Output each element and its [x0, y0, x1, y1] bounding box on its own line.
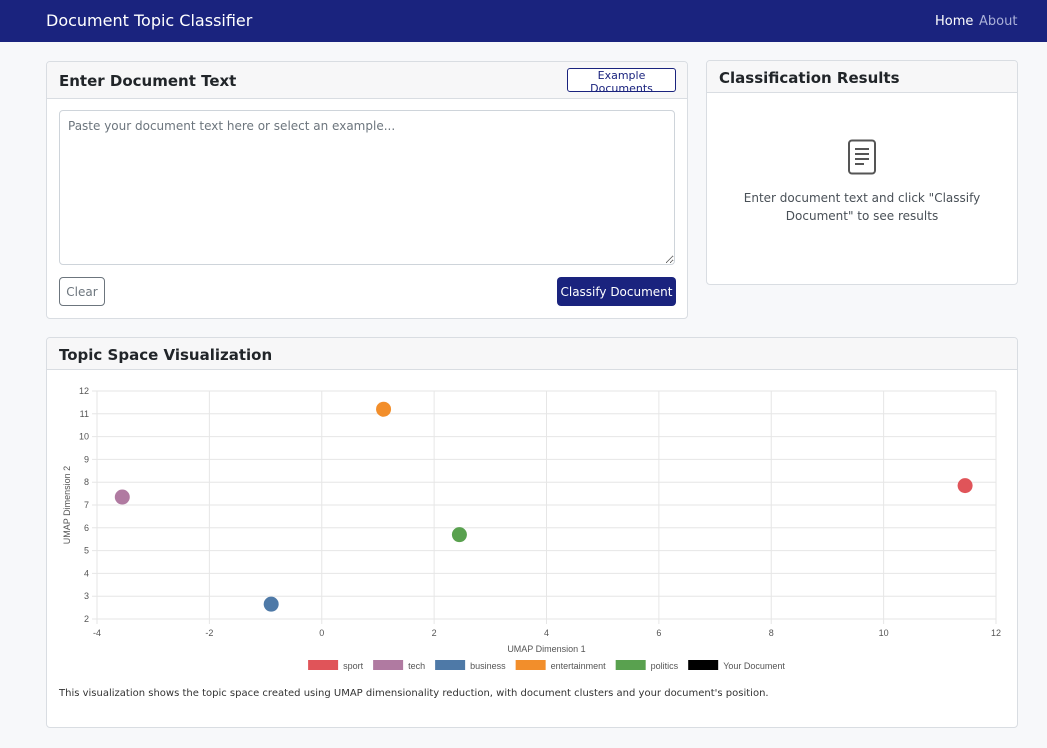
nav-about-link[interactable]: About — [979, 14, 1017, 29]
legend-label-entertainment: entertainment — [551, 661, 607, 671]
visualization-caption: This visualization shows the topic space… — [59, 688, 769, 699]
y-tick-label: 10 — [79, 432, 89, 442]
results-title: Classification Results — [719, 69, 900, 87]
topic-scatter-chart: -4 -2 0 2 4 6 8 10 12 2 3 4 5 6 7 8 9 10 11 12 UMAP Dimensio… — [62, 386, 1001, 671]
y-tick-label: 9 — [84, 454, 89, 464]
x-tick-label: -2 — [205, 628, 213, 638]
results-header: Classification Results — [707, 61, 1017, 93]
document-input-header: Enter Document Text Example Documents — [47, 62, 687, 99]
x-tick-label: 10 — [879, 628, 889, 638]
document-text-input[interactable] — [59, 110, 675, 265]
visualization-header: Topic Space Visualization — [47, 338, 1017, 370]
navbar: Document Topic Classifier Home About — [0, 0, 1047, 42]
brand-title[interactable]: Document Topic Classifier — [46, 11, 252, 30]
classification-results-card: Classification Results Enter document te… — [706, 60, 1018, 285]
y-tick-label: 11 — [80, 409, 89, 419]
document-input-card: Enter Document Text Example Documents Cl… — [46, 61, 688, 319]
legend-swatch-business — [435, 660, 466, 670]
legend-swatch-your-document — [688, 660, 719, 670]
classify-document-button[interactable]: Classify Document — [557, 277, 676, 306]
legend-label-your-document: Your Document — [723, 661, 785, 671]
x-tick-label: 4 — [544, 628, 549, 638]
nav-home-link[interactable]: Home — [935, 14, 973, 29]
y-tick-label: 3 — [84, 591, 89, 601]
legend-swatch-entertainment — [515, 660, 546, 670]
data-point-business — [263, 596, 279, 612]
legend-label-business: business — [470, 661, 506, 671]
x-tick-label: 0 — [319, 628, 324, 638]
x-axis-label: UMAP Dimension 1 — [507, 644, 585, 654]
legend-swatch-sport — [308, 660, 339, 670]
clear-button[interactable]: Clear — [59, 277, 105, 306]
example-documents-button[interactable]: Example Documents — [567, 68, 676, 95]
document-icon — [848, 139, 876, 175]
data-point-sport — [957, 478, 973, 494]
x-tick-label: 2 — [432, 628, 437, 638]
y-tick-label: 7 — [84, 500, 89, 510]
x-tick-label: 12 — [991, 628, 1001, 638]
topic-space-visualization-card: Topic Space Visualization -4 -2 0 2 4 6 8 10 12 2… — [46, 337, 1018, 728]
y-tick-label: 12 — [79, 386, 89, 396]
x-tick-label: 6 — [656, 628, 661, 638]
data-point-entertainment — [376, 401, 392, 417]
visualization-title: Topic Space Visualization — [59, 346, 273, 364]
y-tick-label: 4 — [84, 568, 89, 578]
data-point-politics — [451, 527, 467, 543]
results-placeholder-message: Enter document text and click "Classify … — [743, 191, 981, 223]
document-input-title: Enter Document Text — [59, 72, 237, 90]
legend-label-politics: politics — [651, 661, 679, 671]
legend-label-tech: tech — [408, 661, 425, 671]
y-tick-label: 6 — [84, 523, 89, 533]
x-tick-label: 8 — [769, 628, 774, 638]
x-tick-label: -4 — [93, 628, 101, 638]
legend-label-sport: sport — [343, 661, 364, 671]
legend-swatch-politics — [615, 660, 646, 670]
legend-swatch-tech — [373, 660, 404, 670]
y-axis-label: UMAP Dimension 2 — [62, 466, 72, 544]
y-tick-label: 2 — [84, 614, 89, 624]
y-tick-label: 5 — [84, 546, 89, 556]
y-tick-label: 8 — [84, 477, 89, 487]
data-point-tech — [114, 489, 130, 505]
